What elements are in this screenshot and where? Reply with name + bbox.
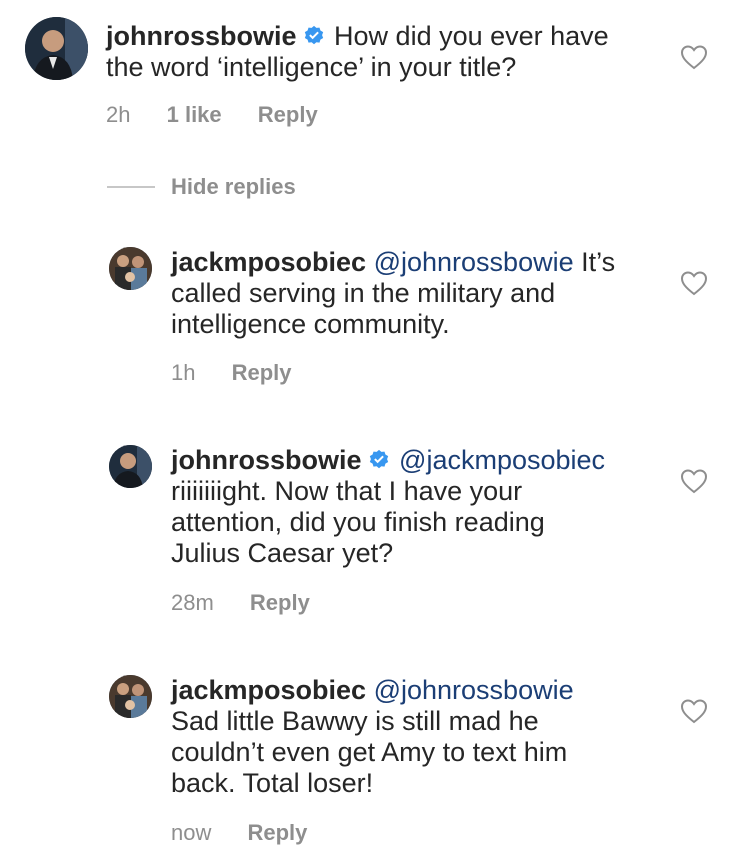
- comment-meta: 1h Reply: [171, 360, 292, 386]
- comment-timestamp: 2h: [106, 102, 131, 127]
- profile-photo-icon: [25, 17, 88, 80]
- hide-replies-button[interactable]: Hide replies: [171, 174, 296, 200]
- comment-timestamp: now: [171, 820, 212, 845]
- comment-line: Julius Caesar yet?: [171, 538, 394, 568]
- comment-line: How did you ever have: [334, 21, 609, 51]
- reply-button[interactable]: Reply: [232, 360, 292, 385]
- mention-link[interactable]: @johnrossbowie: [374, 247, 574, 277]
- comment-timestamp: 1h: [171, 360, 196, 385]
- comment-line: intelligence community.: [171, 309, 450, 339]
- comment-text: johnrossbowie How did you ever have the …: [106, 21, 706, 83]
- comment-line: riiiiiiight. Now that I have your: [171, 476, 523, 506]
- avatar[interactable]: [25, 17, 88, 80]
- divider-line: [107, 186, 155, 188]
- comment-text: johnrossbowie @jackmposobiec riiiiiiight…: [171, 445, 671, 569]
- comment-username[interactable]: johnrossbowie: [171, 445, 362, 475]
- comment-meta: 28m Reply: [171, 590, 310, 616]
- comment-timestamp: 28m: [171, 590, 214, 615]
- comment-meta: 2h 1 like Reply: [106, 102, 318, 128]
- like-count[interactable]: 1 like: [167, 102, 222, 127]
- comment-line: couldn’t even get Amy to text him: [171, 737, 568, 767]
- comment-username[interactable]: jackmposobiec: [171, 675, 366, 705]
- avatar[interactable]: [109, 675, 152, 718]
- comment-line: back. Total loser!: [171, 768, 374, 798]
- comment-meta: now Reply: [171, 820, 307, 846]
- comment-username[interactable]: jackmposobiec: [171, 247, 366, 277]
- avatar[interactable]: [109, 247, 152, 290]
- profile-photo-icon: [109, 675, 152, 718]
- profile-photo-icon: [109, 445, 152, 488]
- like-heart-icon[interactable]: [680, 44, 708, 70]
- reply-button[interactable]: Reply: [247, 820, 307, 845]
- avatar[interactable]: [109, 445, 152, 488]
- like-heart-icon[interactable]: [680, 468, 708, 494]
- comment-line: attention, did you finish reading: [171, 507, 545, 537]
- verified-badge-icon: [304, 25, 323, 45]
- comment-line: Sad little Bawwy is still mad he: [171, 706, 539, 736]
- comment-text: jackmposobiec @johnrossbowie It’s called…: [171, 247, 671, 340]
- reply-button[interactable]: Reply: [250, 590, 310, 615]
- comment-text: jackmposobiec @johnrossbowie Sad little …: [171, 675, 671, 799]
- comment-line: called serving in the military and: [171, 278, 556, 308]
- verified-badge-icon: [369, 449, 388, 469]
- profile-photo-icon: [109, 247, 152, 290]
- mention-link[interactable]: @johnrossbowie: [374, 675, 574, 705]
- comment-line: It’s: [581, 247, 616, 277]
- reply-button[interactable]: Reply: [258, 102, 318, 127]
- mention-link[interactable]: @jackmposobiec: [399, 445, 605, 475]
- comment-username[interactable]: johnrossbowie: [106, 21, 297, 51]
- comment-line: the word ‘intelligence’ in your title?: [106, 52, 517, 82]
- like-heart-icon[interactable]: [680, 698, 708, 724]
- like-heart-icon[interactable]: [680, 270, 708, 296]
